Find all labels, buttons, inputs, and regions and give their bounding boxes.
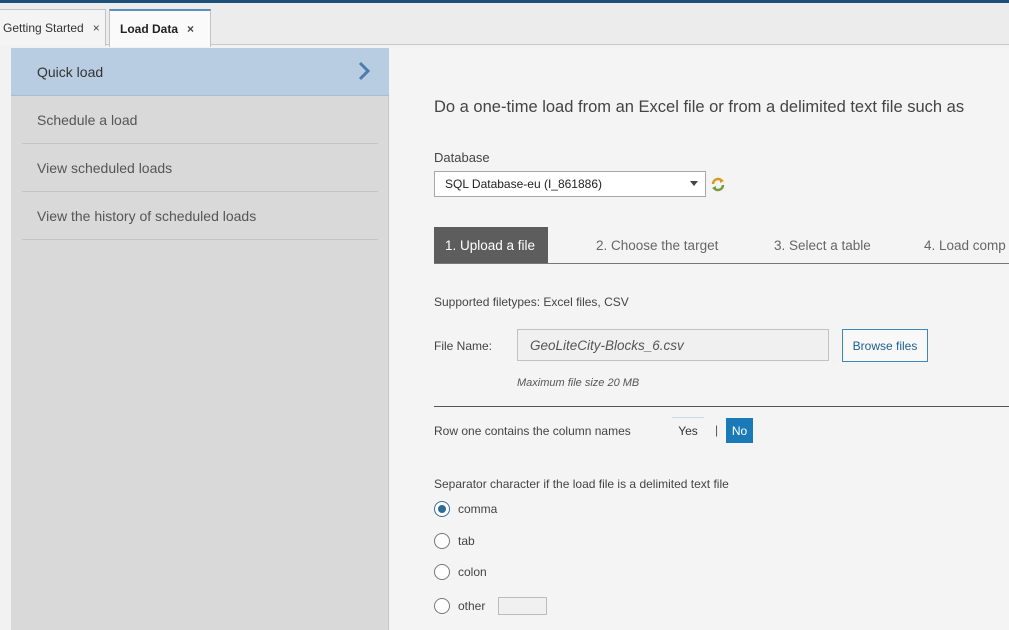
- file-name-label: File Name:: [434, 339, 493, 353]
- toggle-separator: |: [715, 423, 719, 437]
- radio-button[interactable]: [434, 533, 450, 549]
- sidebar-item-quick-load[interactable]: Quick load: [11, 48, 389, 96]
- radio-comma[interactable]: comma: [434, 499, 497, 519]
- divider: [434, 406, 1009, 407]
- tab-label: Load Data: [120, 22, 179, 36]
- radio-other[interactable]: other: [434, 596, 548, 616]
- refresh-icon[interactable]: [710, 176, 726, 192]
- caret-down-icon: [690, 181, 698, 186]
- step-choose-target[interactable]: 2. Choose the target: [596, 227, 718, 263]
- radio-label: colon: [458, 565, 487, 579]
- page-title: Do a one-time load from an Excel file or…: [434, 98, 965, 116]
- step-upload-file[interactable]: 1. Upload a file: [434, 227, 548, 263]
- radio-colon[interactable]: colon: [434, 562, 487, 582]
- tab-strip: Getting Started × Load Data ×: [0, 3, 1009, 47]
- chevron-right-icon: [357, 61, 371, 87]
- database-select-value: SQL Database-eu (I_861886): [445, 177, 602, 191]
- close-icon[interactable]: ×: [93, 21, 100, 35]
- radio-button[interactable]: [434, 501, 450, 517]
- sidebar-item-label: View the history of scheduled loads: [37, 207, 257, 224]
- sidebar-item-view-history[interactable]: View the history of scheduled loads: [22, 192, 378, 240]
- sidebar-item-label: Quick load: [37, 63, 104, 80]
- tab-getting-started[interactable]: Getting Started ×: [0, 9, 106, 46]
- browse-files-button[interactable]: Browse files: [842, 329, 928, 362]
- tab-load-data[interactable]: Load Data ×: [109, 9, 211, 47]
- sidebar: Quick load Schedule a load View schedule…: [11, 48, 389, 630]
- column-names-label: Row one contains the column names: [434, 424, 631, 438]
- close-icon[interactable]: ×: [187, 22, 194, 36]
- database-select[interactable]: SQL Database-eu (I_861886): [434, 171, 706, 197]
- sidebar-item-label: View scheduled loads: [37, 159, 173, 176]
- sidebar-item-view-scheduled-loads[interactable]: View scheduled loads: [22, 144, 378, 192]
- supported-filetypes-text: Supported filetypes: Excel files, CSV: [434, 295, 629, 309]
- file-name-value: GeoLiteCity-Blocks_6.csv: [530, 337, 684, 353]
- no-toggle[interactable]: No: [726, 418, 753, 443]
- radio-button[interactable]: [434, 598, 450, 614]
- other-separator-input[interactable]: [498, 597, 548, 615]
- tab-label: Getting Started: [3, 21, 84, 35]
- yes-toggle[interactable]: Yes: [672, 417, 704, 443]
- wizard-steps: 1. Upload a file 2. Choose the target 3.…: [434, 227, 1009, 264]
- radio-button[interactable]: [434, 564, 450, 580]
- database-label: Database: [434, 150, 490, 165]
- radio-tab[interactable]: tab: [434, 531, 475, 551]
- radio-label: tab: [458, 534, 475, 548]
- step-select-table[interactable]: 3. Select a table: [774, 227, 871, 263]
- max-file-size-text: Maximum file size 20 MB: [517, 377, 640, 389]
- separator-label: Separator character if the load file is …: [434, 477, 729, 491]
- sidebar-item-label: Schedule a load: [37, 111, 138, 128]
- sidebar-item-schedule-load[interactable]: Schedule a load: [22, 96, 378, 144]
- radio-label: comma: [458, 502, 498, 516]
- file-name-field[interactable]: GeoLiteCity-Blocks_6.csv: [517, 329, 829, 361]
- step-load-complete[interactable]: 4. Load comp: [924, 227, 1006, 263]
- radio-label: other: [458, 599, 486, 613]
- main-panel: Do a one-time load from an Excel file or…: [390, 48, 1009, 630]
